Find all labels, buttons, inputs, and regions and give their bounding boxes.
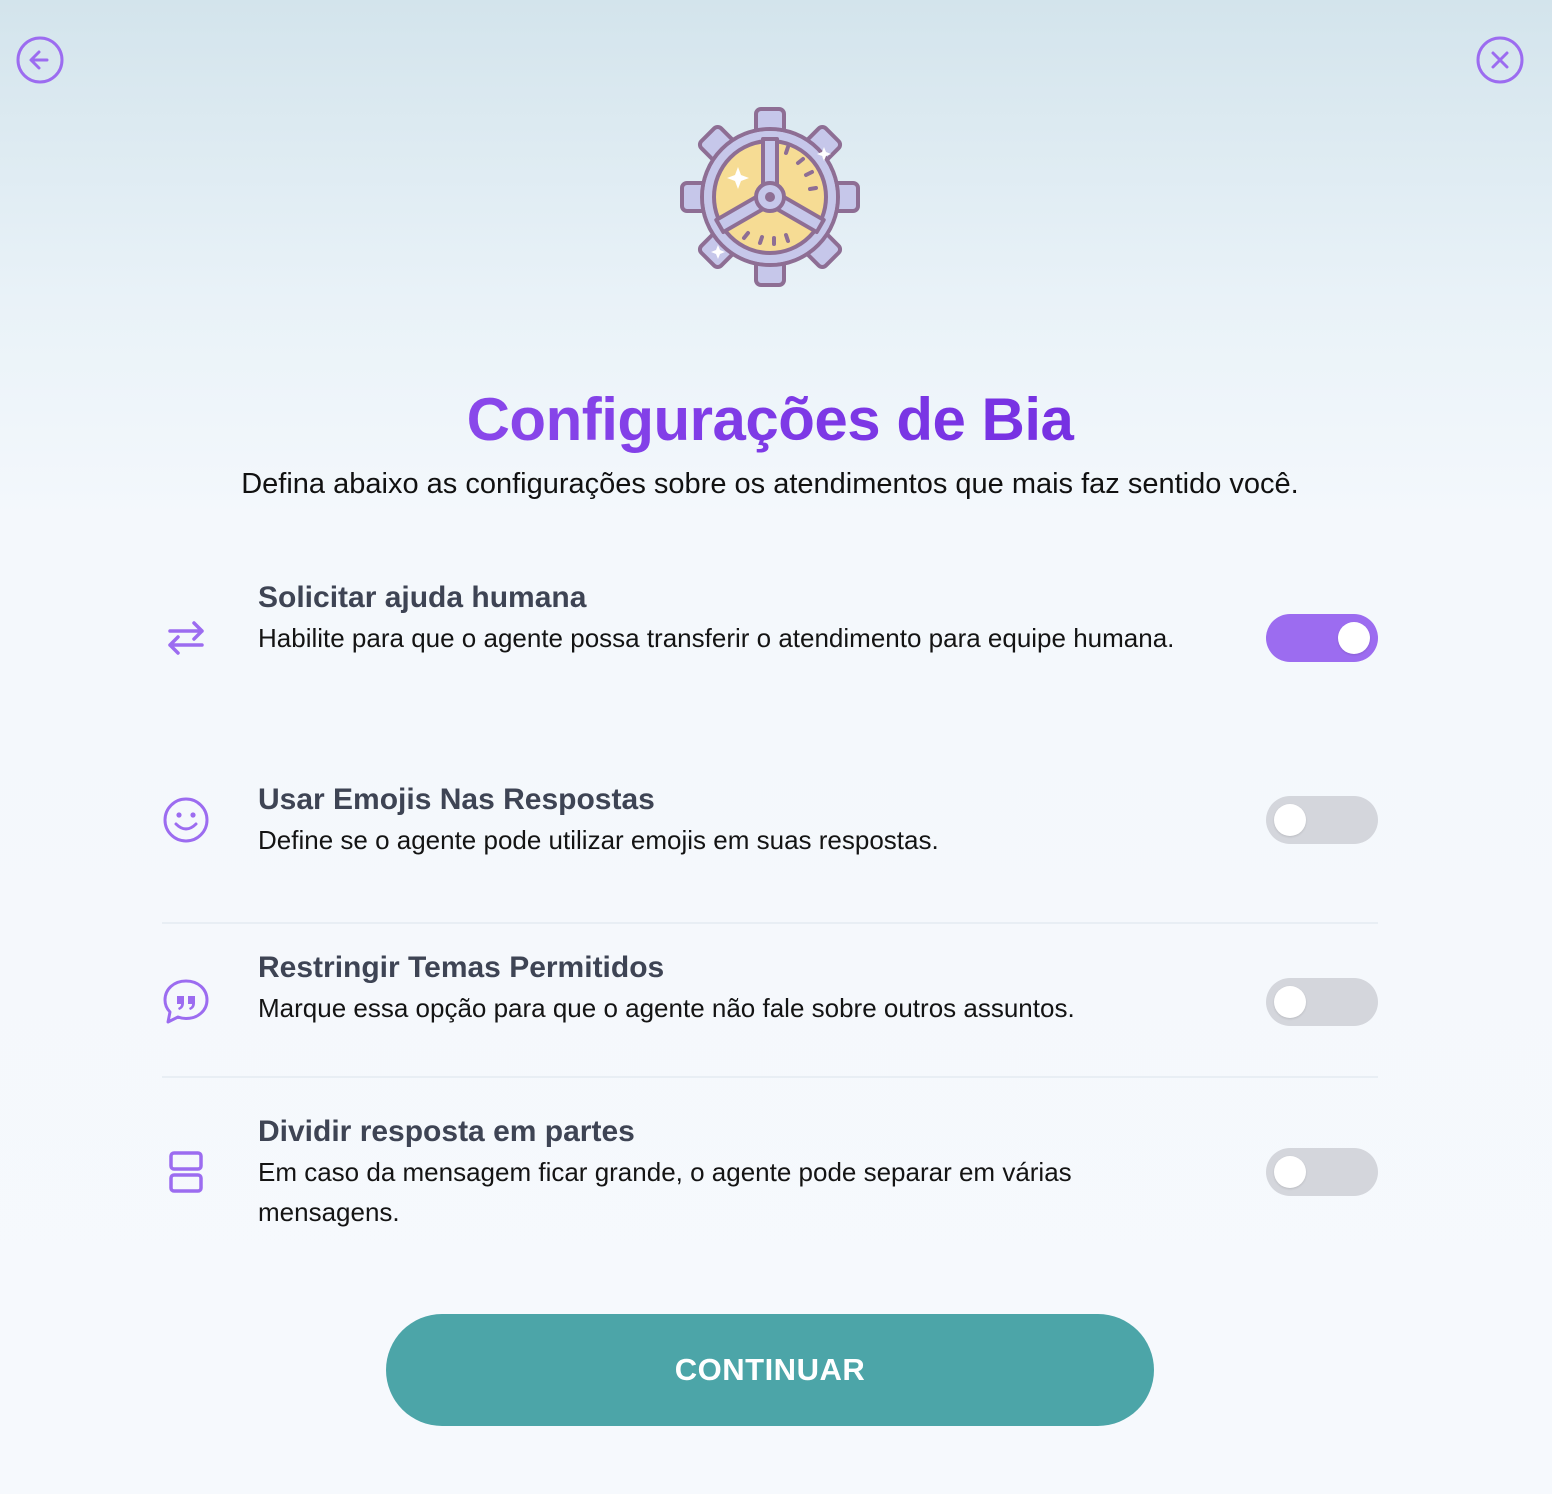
setting-description: Marque essa opção para que o agente não … bbox=[258, 993, 1075, 1023]
setting-row-split-response: Dividir resposta em partes Em caso da me… bbox=[162, 1078, 1378, 1248]
toggle-knob bbox=[1338, 622, 1370, 654]
continue-button[interactable]: CONTINUAR bbox=[386, 1314, 1154, 1426]
setting-row-human-help: Solicitar ajuda humana Habilite para que… bbox=[162, 560, 1378, 770]
toggle-knob bbox=[1274, 804, 1306, 836]
setting-description: Habilite para que o agente possa transfe… bbox=[258, 623, 1175, 653]
toggle-split-response[interactable] bbox=[1266, 1148, 1378, 1196]
arrow-left-circle-icon bbox=[16, 36, 64, 84]
toggle-human-help[interactable] bbox=[1266, 614, 1378, 662]
back-button[interactable] bbox=[16, 36, 64, 84]
smiley-face-icon bbox=[162, 796, 210, 844]
transfer-arrows-icon bbox=[162, 614, 210, 662]
setting-row-emojis: Usar Emojis Nas Respostas Define se o ag… bbox=[162, 770, 1378, 924]
quote-bubble-icon bbox=[162, 978, 210, 1026]
toggle-knob bbox=[1274, 986, 1306, 1018]
toggle-knob bbox=[1274, 1156, 1306, 1188]
split-rows-icon bbox=[162, 1148, 210, 1196]
settings-list: Solicitar ajuda humana Habilite para que… bbox=[162, 560, 1378, 1248]
page-subtitle: Defina abaixo as configurações sobre os … bbox=[241, 468, 1299, 500]
toggle-emojis[interactable] bbox=[1266, 796, 1378, 844]
setting-title: Solicitar ajuda humana bbox=[258, 581, 587, 614]
page-title: Configurações de Bia bbox=[0, 380, 1540, 460]
x-circle-icon bbox=[1476, 36, 1524, 84]
setting-description: Define se o agente pode utilizar emojis … bbox=[258, 825, 939, 855]
gear-settings-icon bbox=[680, 106, 860, 288]
setting-title: Restringir Temas Permitidos bbox=[258, 951, 665, 984]
setting-title: Usar Emojis Nas Respostas bbox=[258, 783, 655, 816]
close-button[interactable] bbox=[1476, 36, 1524, 84]
setting-row-restrict-topics: Restringir Temas Permitidos Marque essa … bbox=[162, 924, 1378, 1078]
setting-description: Em caso da mensagem ficar grande, o agen… bbox=[258, 1157, 1072, 1227]
toggle-restrict-topics[interactable] bbox=[1266, 978, 1378, 1026]
setting-title: Dividir resposta em partes bbox=[258, 1115, 635, 1148]
